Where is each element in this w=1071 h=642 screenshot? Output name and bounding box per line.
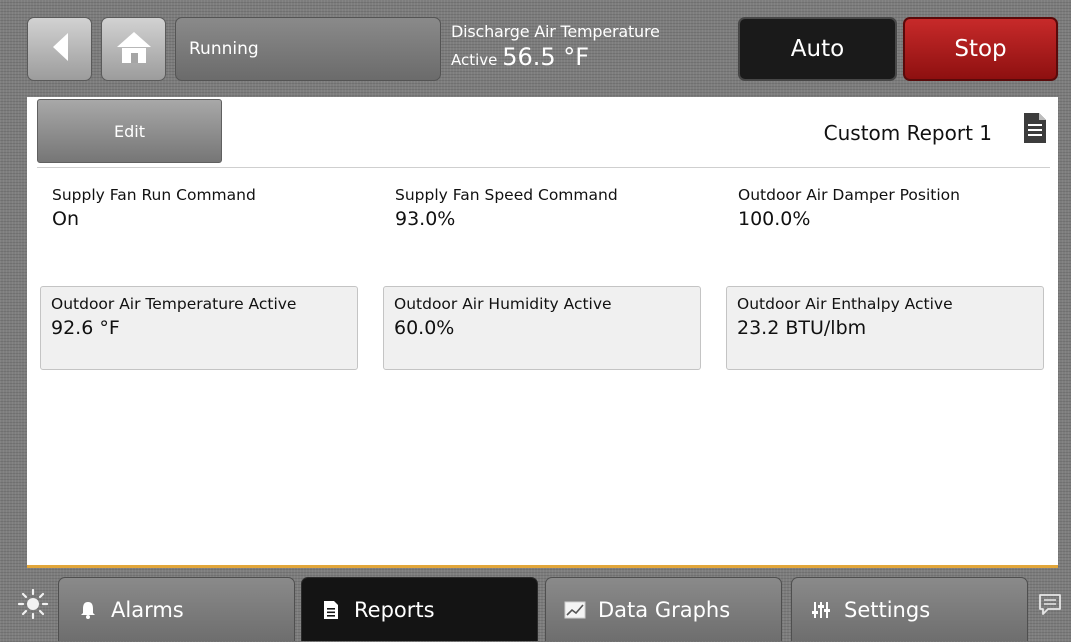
discharge-air-temperature: Discharge Air Temperature Active 56.5 °F <box>451 22 660 71</box>
tab-alarms[interactable]: Alarms <box>58 577 295 641</box>
item-label: Outdoor Air Humidity Active <box>394 295 612 313</box>
brightness-icon[interactable] <box>17 588 49 623</box>
item-value: On <box>52 208 79 230</box>
report-title: Custom Report 1 <box>823 121 992 145</box>
discharge-value: 56.5 °F <box>502 43 590 71</box>
auto-button[interactable]: Auto <box>738 17 897 81</box>
item-label: Supply Fan Speed Command <box>395 186 618 204</box>
item-label: Outdoor Air Temperature Active <box>51 295 297 313</box>
report-item-oa-humidity[interactable]: Outdoor Air Humidity Active 60.0% <box>383 286 701 370</box>
item-label: Supply Fan Run Command <box>52 186 256 204</box>
sliders-icon <box>810 599 832 621</box>
home-icon <box>116 30 152 68</box>
item-value: 23.2 BTU/lbm <box>737 317 867 339</box>
back-arrow-icon <box>51 32 69 66</box>
home-button[interactable] <box>101 17 166 81</box>
tab-label: Alarms <box>111 597 184 622</box>
tab-data-graphs[interactable]: Data Graphs <box>545 577 782 641</box>
item-label: Outdoor Air Damper Position <box>738 186 960 204</box>
tab-settings[interactable]: Settings <box>791 577 1028 641</box>
item-label: Outdoor Air Enthalpy Active <box>737 295 953 313</box>
document-icon <box>320 599 342 621</box>
edit-label: Edit <box>114 121 145 141</box>
tab-label: Data Graphs <box>598 597 731 622</box>
discharge-state: Active <box>451 51 498 69</box>
status-text: Running <box>189 39 259 59</box>
edit-button[interactable]: Edit <box>37 99 222 163</box>
item-value: 93.0% <box>395 208 456 230</box>
report-item-damper-position[interactable]: Outdoor Air Damper Position 100.0% <box>728 178 1046 262</box>
item-value: 60.0% <box>394 317 455 339</box>
back-button[interactable] <box>27 17 92 81</box>
bell-icon <box>77 599 99 621</box>
tab-label: Settings <box>844 597 931 622</box>
auto-label: Auto <box>790 36 845 62</box>
report-document-icon[interactable] <box>1023 112 1047 148</box>
header-divider <box>37 167 1050 168</box>
item-value: 92.6 °F <box>51 317 120 339</box>
stop-button[interactable]: Stop <box>903 17 1058 81</box>
message-icon[interactable] <box>1037 592 1063 622</box>
tab-label: Reports <box>354 597 435 622</box>
discharge-title: Discharge Air Temperature <box>451 22 660 41</box>
report-item-supply-fan-run[interactable]: Supply Fan Run Command On <box>42 178 360 262</box>
tab-reports[interactable]: Reports <box>301 577 538 641</box>
report-item-oa-temperature[interactable]: Outdoor Air Temperature Active 92.6 °F <box>40 286 358 370</box>
chart-icon <box>564 599 586 621</box>
status-field[interactable]: Running <box>175 17 441 81</box>
report-panel: Edit Custom Report 1 Supply Fan Run Comm… <box>27 97 1058 568</box>
report-item-supply-fan-speed[interactable]: Supply Fan Speed Command 93.0% <box>385 178 703 262</box>
item-value: 100.0% <box>738 208 811 230</box>
report-item-oa-enthalpy[interactable]: Outdoor Air Enthalpy Active 23.2 BTU/lbm <box>726 286 1044 370</box>
stop-label: Stop <box>954 36 1007 62</box>
